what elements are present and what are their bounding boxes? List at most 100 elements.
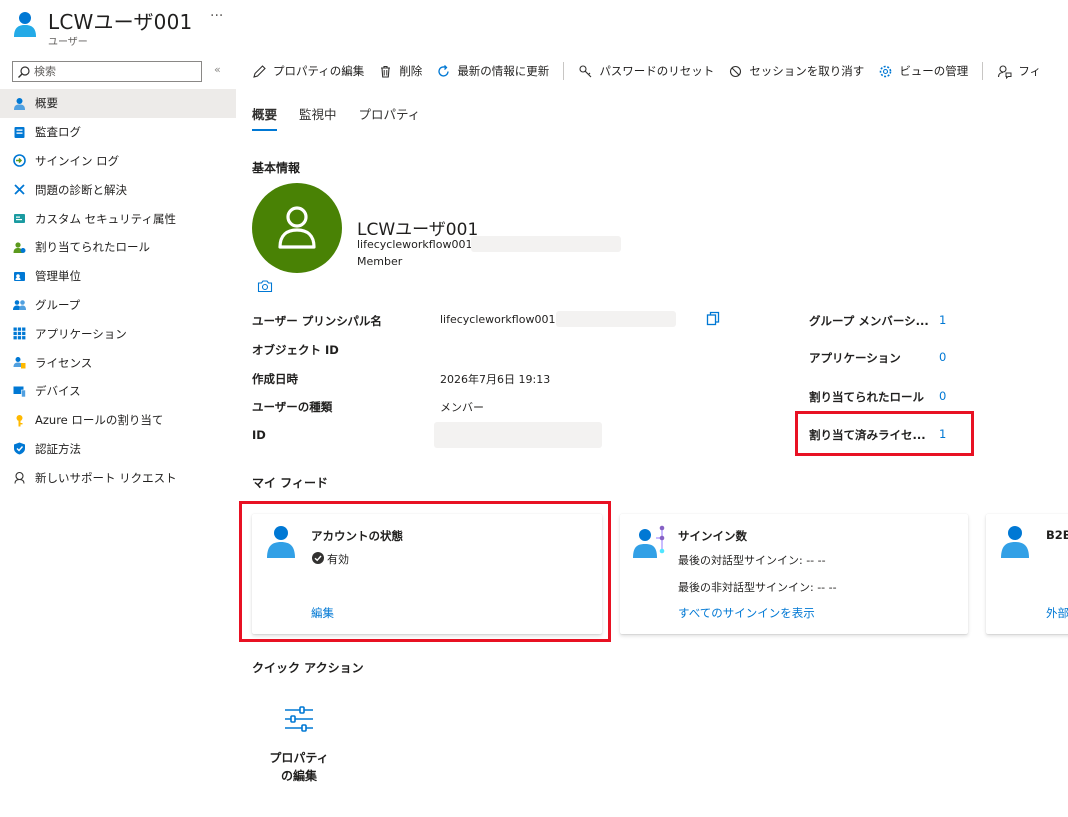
quick-action-edit-properties[interactable]: プロパティ の編集 bbox=[258, 749, 340, 785]
feedback-label: フィ bbox=[1018, 64, 1042, 78]
sidebar-item-admin-units[interactable]: 管理単位 bbox=[0, 262, 236, 291]
search-icon bbox=[18, 66, 30, 78]
sidebar-item-audit-logs[interactable]: 監査ログ bbox=[0, 118, 236, 147]
group-memberships-label: グループ メンバーシ... bbox=[809, 314, 929, 328]
sidebar-item-applications[interactable]: アプリケーション bbox=[0, 319, 236, 348]
sidebar-item-diagnose[interactable]: 問題の診断と解決 bbox=[0, 175, 236, 204]
my-feed-heading: マイ フィード bbox=[252, 476, 328, 490]
collapse-sidebar-button[interactable]: « bbox=[214, 63, 221, 76]
page-subtitle: ユーザー bbox=[48, 37, 88, 48]
sidebar-item-label: アプリケーション bbox=[35, 326, 127, 341]
manage-view-label: ビューの管理 bbox=[899, 64, 969, 78]
sidebar-item-auth-methods[interactable]: 認証方法 bbox=[0, 435, 236, 464]
view-all-sign-ins-link[interactable]: すべてのサインインを表示 bbox=[678, 605, 815, 621]
edit-properties-button[interactable]: プロパティの編集 bbox=[252, 63, 364, 79]
sign-ins-title: サインイン数 bbox=[678, 529, 747, 543]
highlight-box-licenses bbox=[795, 411, 974, 456]
sidebar-item-support-request[interactable]: 新しいサポート リクエスト bbox=[0, 463, 236, 492]
assigned-roles-label: 割り当てられたロール bbox=[809, 390, 924, 404]
toolbar-divider bbox=[563, 62, 565, 80]
sidebar-item-security-attributes[interactable]: カスタム セキュリティ属性 bbox=[0, 204, 236, 233]
sidebar-item-devices[interactable]: デバイス bbox=[0, 377, 236, 406]
quick-action-label-line2: の編集 bbox=[280, 769, 317, 783]
revoke-sessions-button[interactable]: セッションを取り消す bbox=[728, 63, 864, 79]
manage-view-button[interactable]: ビューの管理 bbox=[878, 63, 968, 79]
tab-overview[interactable]: 概要 bbox=[252, 104, 278, 131]
azure-role-icon bbox=[13, 414, 26, 427]
assigned-roles-count[interactable]: 0 bbox=[939, 389, 946, 403]
b2b-link[interactable]: 外部 bbox=[1046, 605, 1068, 621]
sidebar-item-label: ライセンス bbox=[35, 355, 93, 370]
user-type-value: メンバー bbox=[440, 401, 484, 414]
user-display-name: LCWユーザ001 bbox=[357, 220, 479, 240]
sidebar-item-azure-roles[interactable]: Azure ロールの割り当て bbox=[0, 406, 236, 435]
trash-icon bbox=[381, 65, 391, 78]
more-options-button[interactable]: ··· bbox=[210, 8, 223, 24]
tab-monitoring[interactable]: 監視中 bbox=[299, 104, 337, 131]
avatar[interactable] bbox=[252, 183, 342, 273]
reset-password-button[interactable]: パスワードのリセット bbox=[578, 63, 714, 79]
sign-in-activity-icon bbox=[633, 525, 665, 558]
group-icon bbox=[13, 298, 26, 311]
edit-properties-label: プロパティの編集 bbox=[273, 64, 365, 78]
key-icon bbox=[579, 64, 592, 77]
audit-log-icon bbox=[13, 126, 26, 139]
quick-actions-heading: クイック アクション bbox=[252, 661, 364, 675]
created-value: 2026年7月6日 19:13 bbox=[440, 373, 551, 386]
search-input[interactable] bbox=[34, 63, 194, 80]
refresh-button[interactable]: 最新の情報に更新 bbox=[436, 63, 549, 79]
sidebar-item-label: 監査ログ bbox=[35, 125, 81, 140]
upn-label: ユーザー プリンシパル名 bbox=[252, 314, 382, 328]
gear-icon bbox=[880, 65, 892, 77]
revoke-sessions-label: セッションを取り消す bbox=[749, 64, 865, 78]
pencil-icon bbox=[253, 64, 266, 78]
refresh-label: 最新の情報に更新 bbox=[457, 64, 550, 78]
admin-unit-icon bbox=[13, 270, 26, 283]
id-label: ID bbox=[252, 428, 266, 442]
last-non-interactive-sign-in: 最後の非対話型サインイン: -- -- bbox=[678, 581, 837, 594]
sidebar-item-overview[interactable]: 概要 bbox=[0, 89, 236, 118]
block-icon bbox=[730, 65, 742, 77]
sidebar-item-groups[interactable]: グループ bbox=[0, 291, 236, 320]
copy-icon[interactable] bbox=[706, 311, 720, 326]
security-attribute-icon bbox=[13, 212, 26, 225]
command-bar: プロパティの編集 削除 最新の情報に更新 パスワードのリセット セッションを取り… bbox=[252, 60, 1055, 82]
redacted-upn-domain bbox=[556, 311, 676, 327]
basic-info-heading: 基本情報 bbox=[252, 161, 301, 175]
created-label: 作成日時 bbox=[252, 372, 298, 386]
user-icon bbox=[1001, 526, 1029, 558]
sidebar-item-label: 割り当てられたロール bbox=[35, 240, 150, 255]
sidebar-nav: 概要 監査ログ サインイン ログ 問題の診断と解決 カスタム セキュリティ属性 … bbox=[0, 89, 236, 492]
sidebar-item-label: デバイス bbox=[35, 384, 81, 399]
delete-button[interactable]: 削除 bbox=[378, 63, 422, 79]
sliders-icon[interactable] bbox=[283, 704, 315, 734]
sidebar-item-label: 認証方法 bbox=[35, 441, 81, 456]
redacted-id bbox=[434, 422, 602, 448]
group-memberships-count[interactable]: 1 bbox=[939, 313, 946, 327]
sidebar-item-licenses[interactable]: ライセンス bbox=[0, 348, 236, 377]
b2b-card: B2B 外部 bbox=[986, 514, 1068, 634]
applications-label: アプリケーション bbox=[809, 351, 901, 365]
user-email: lifecycleworkflow001@ bbox=[357, 238, 484, 251]
support-request-icon bbox=[13, 471, 26, 484]
devices-icon bbox=[13, 385, 26, 398]
search-box[interactable] bbox=[12, 61, 202, 82]
reset-password-label: パスワードのリセット bbox=[599, 64, 715, 78]
diagnose-icon bbox=[13, 183, 26, 196]
sidebar-item-sign-in-logs[interactable]: サインイン ログ bbox=[0, 147, 236, 176]
sidebar-item-label: カスタム セキュリティ属性 bbox=[35, 211, 176, 226]
feedback-button[interactable]: フィ bbox=[997, 63, 1041, 79]
camera-icon[interactable] bbox=[257, 279, 273, 293]
sidebar-item-label: 問題の診断と解決 bbox=[35, 182, 127, 197]
sidebar: « 概要 監査ログ サインイン ログ 問題の診断と解決 カスタム セキュリティ属… bbox=[0, 58, 236, 817]
redacted-email-domain bbox=[471, 236, 621, 252]
last-interactive-sign-in: 最後の対話型サインイン: -- -- bbox=[678, 554, 826, 567]
feedback-icon bbox=[998, 64, 1012, 79]
sidebar-item-assigned-roles[interactable]: 割り当てられたロール bbox=[0, 233, 236, 262]
object-id-label: オブジェクト ID bbox=[252, 343, 339, 357]
tab-properties[interactable]: プロパティ bbox=[359, 104, 421, 131]
applications-count[interactable]: 0 bbox=[939, 350, 946, 364]
sidebar-item-label: 管理単位 bbox=[35, 269, 81, 284]
toolbar-divider bbox=[982, 62, 984, 80]
sidebar-item-label: サインイン ログ bbox=[35, 153, 120, 168]
